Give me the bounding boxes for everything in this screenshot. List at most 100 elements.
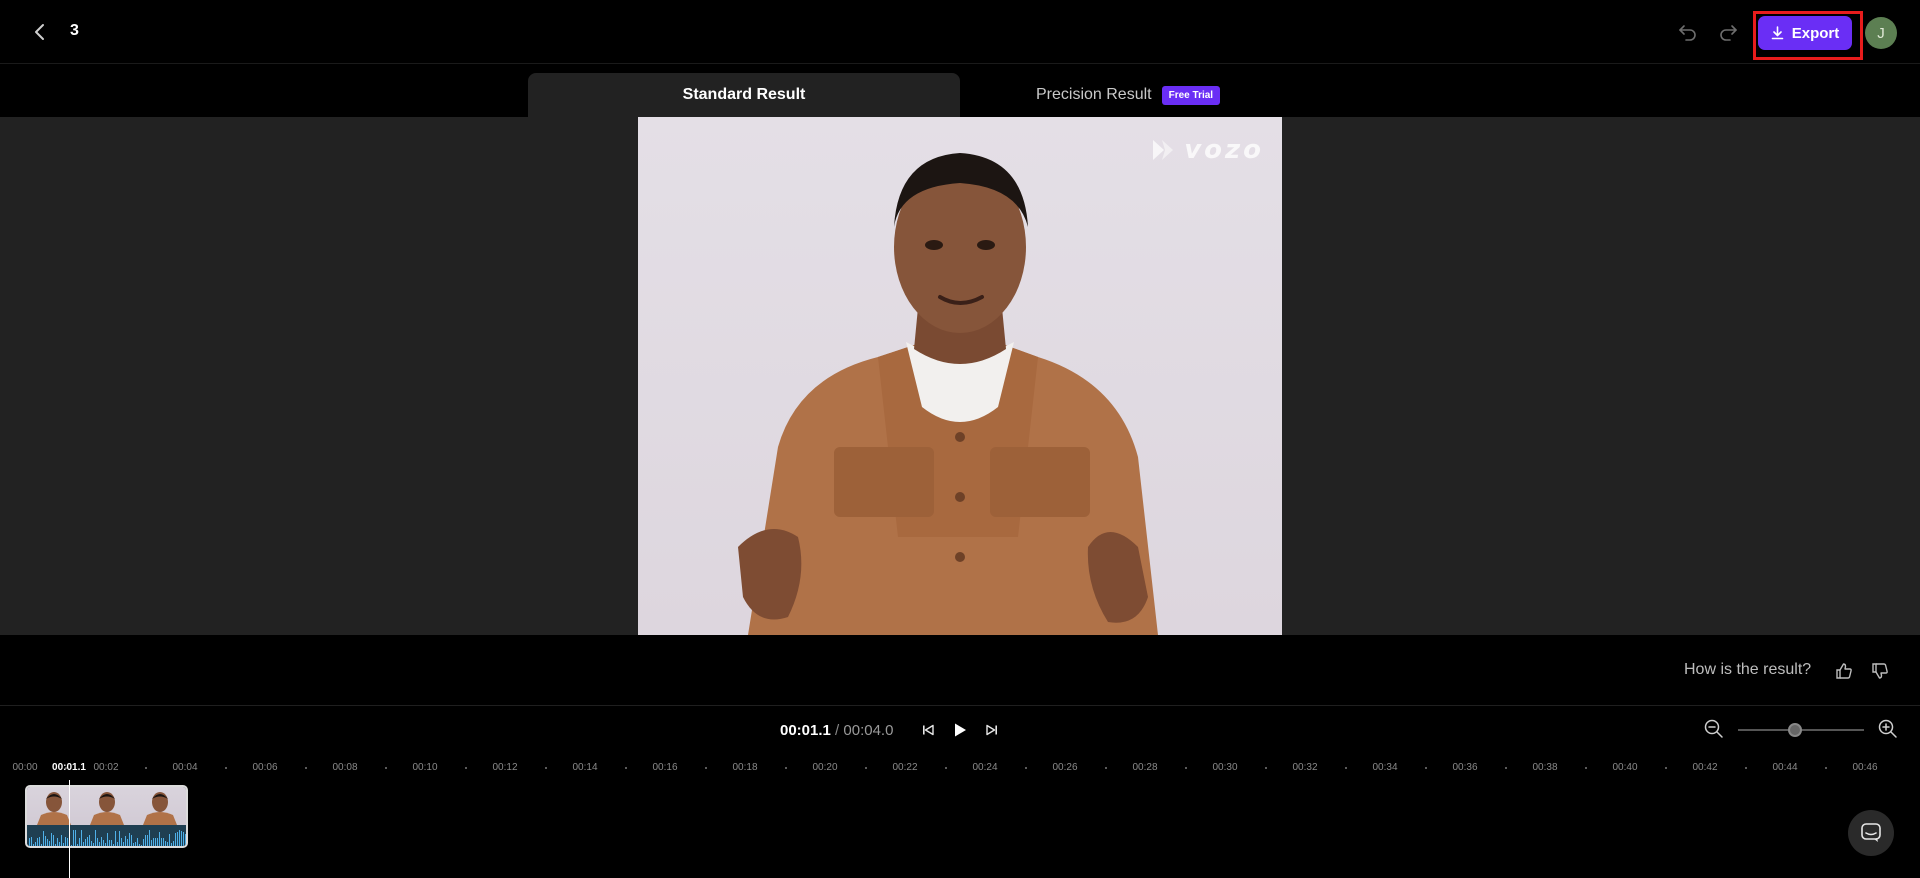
timeline-tick-dot (225, 767, 227, 769)
waveform-bar (153, 838, 154, 846)
waveform-bar (43, 831, 44, 846)
waveform-bar (49, 841, 50, 846)
waveform-bar (129, 833, 130, 846)
timeline-tick-label: 00:12 (492, 762, 518, 773)
redo-button[interactable] (1716, 20, 1740, 44)
thumb-up-button[interactable] (1832, 659, 1856, 683)
timeline-tick-label: 00:00 (12, 762, 38, 773)
waveform-bar (165, 841, 166, 846)
waveform-bar (127, 839, 128, 846)
waveform-bar (119, 831, 120, 846)
presenter-video-frame (738, 153, 1158, 635)
avatar-initial: J (1877, 24, 1885, 42)
undo-button[interactable] (1676, 20, 1700, 44)
waveform-bar (149, 830, 150, 846)
waveform-bar (95, 830, 96, 846)
top-bar: 3 Export J (0, 0, 1920, 64)
timeline-tick-dot (1825, 767, 1827, 769)
waveform-bar (111, 840, 112, 846)
waveform-bar (137, 838, 138, 846)
waveform-bar (81, 830, 82, 846)
timeline-tick-label: 00:22 (892, 762, 918, 773)
chat-support-button[interactable] (1848, 810, 1894, 856)
undo-icon (1679, 25, 1696, 41)
waveform-bar (183, 832, 184, 846)
waveform-bar (67, 838, 68, 846)
waveform-bar (79, 838, 80, 846)
timeline-tick-dot (1025, 767, 1027, 769)
waveform-bar (75, 830, 76, 846)
waveform-bar (29, 838, 30, 846)
avatar[interactable]: J (1865, 17, 1897, 49)
playhead[interactable] (69, 780, 70, 878)
timeline-tick-dot (1585, 767, 1587, 769)
redo-icon (1720, 25, 1737, 41)
preview-area: vozo (0, 117, 1920, 635)
timeline-tick-dot (1505, 767, 1507, 769)
waveform-bar (89, 835, 90, 846)
timeline-tick-dot (1265, 767, 1267, 769)
timeline-tick-label: 00:46 (1852, 762, 1878, 773)
timeline-tick-label: 00:44 (1772, 762, 1798, 773)
play-icon (955, 723, 966, 737)
waveform-bar (123, 842, 124, 846)
timeline-tick-dot (785, 767, 787, 769)
tab-standard-result[interactable]: Standard Result (528, 73, 960, 117)
timeline[interactable]: 00:00 00:02 00:04 00:06 00:08 00:10 00:12 00:14… (0, 754, 1920, 878)
skip-next-button[interactable] (982, 720, 1002, 740)
timeline-tick-dot (1745, 767, 1747, 769)
zoom-out-button[interactable] (1703, 718, 1725, 740)
waveform-bar (105, 843, 106, 846)
timeline-tick-label: 00:40 (1612, 762, 1638, 773)
waveform-bar (175, 833, 176, 846)
timeline-tick-dot (625, 767, 627, 769)
play-button[interactable] (950, 720, 970, 740)
export-button[interactable]: Export (1758, 16, 1852, 50)
waveform-bar (181, 831, 182, 846)
timeline-tick-label: 00:14 (572, 762, 598, 773)
waveform-bar (55, 844, 56, 846)
waveform-bar (173, 841, 174, 846)
waveform-bar (179, 830, 180, 846)
waveform-bar (107, 833, 108, 846)
zoom-slider-handle[interactable] (1787, 723, 1802, 737)
skip-previous-button[interactable] (918, 720, 938, 740)
waveform-bar (185, 834, 186, 846)
zoom-in-button[interactable] (1877, 718, 1899, 740)
timeline-tick-label: 00:36 (1452, 762, 1478, 773)
waveform-bar (113, 844, 114, 846)
timeline-tick-dot (1665, 767, 1667, 769)
timeline-tick-label: 00:08 (332, 762, 358, 773)
timeline-tick-label: 00:42 (1692, 762, 1718, 773)
skip-previous-icon (923, 724, 934, 736)
waveform-bar (169, 834, 170, 846)
timeline-tick-dot (1185, 767, 1187, 769)
back-button[interactable] (28, 20, 52, 44)
video-clip[interactable] (25, 785, 188, 848)
timeline-tick-label: 00:38 (1532, 762, 1558, 773)
waveform-bar (103, 840, 104, 846)
timeline-tick-dot (1105, 767, 1107, 769)
thumb-down-icon (1872, 663, 1888, 679)
waveform-bar (167, 842, 168, 846)
video-player[interactable]: vozo (638, 117, 1282, 635)
waveform-bar (77, 844, 78, 846)
timeline-tick-label: 00:18 (732, 762, 758, 773)
waveform-bar (93, 843, 94, 846)
chat-icon (1861, 823, 1881, 842)
waveform-bar (131, 835, 132, 846)
tab-precision-result[interactable]: Precision Result Free Trial (1036, 73, 1286, 117)
waveform-bar (39, 837, 40, 846)
project-title[interactable]: 3 (70, 22, 79, 40)
waveform-bar (45, 836, 46, 846)
clip-thumbnail (133, 787, 186, 825)
waveform-bar (59, 842, 60, 846)
current-time: 00:01.1 (780, 722, 831, 739)
timeline-ruler[interactable]: 00:00 00:02 00:04 00:06 00:08 00:10 00:12 00:14… (0, 754, 1920, 778)
waveform-bar (159, 832, 160, 846)
timeline-tick-label: 00:32 (1292, 762, 1318, 773)
tab-standard-label: Standard Result (682, 86, 806, 103)
thumb-down-button[interactable] (1868, 659, 1892, 683)
waveform-bar (109, 840, 110, 846)
timeline-tick-label: 00:24 (972, 762, 998, 773)
